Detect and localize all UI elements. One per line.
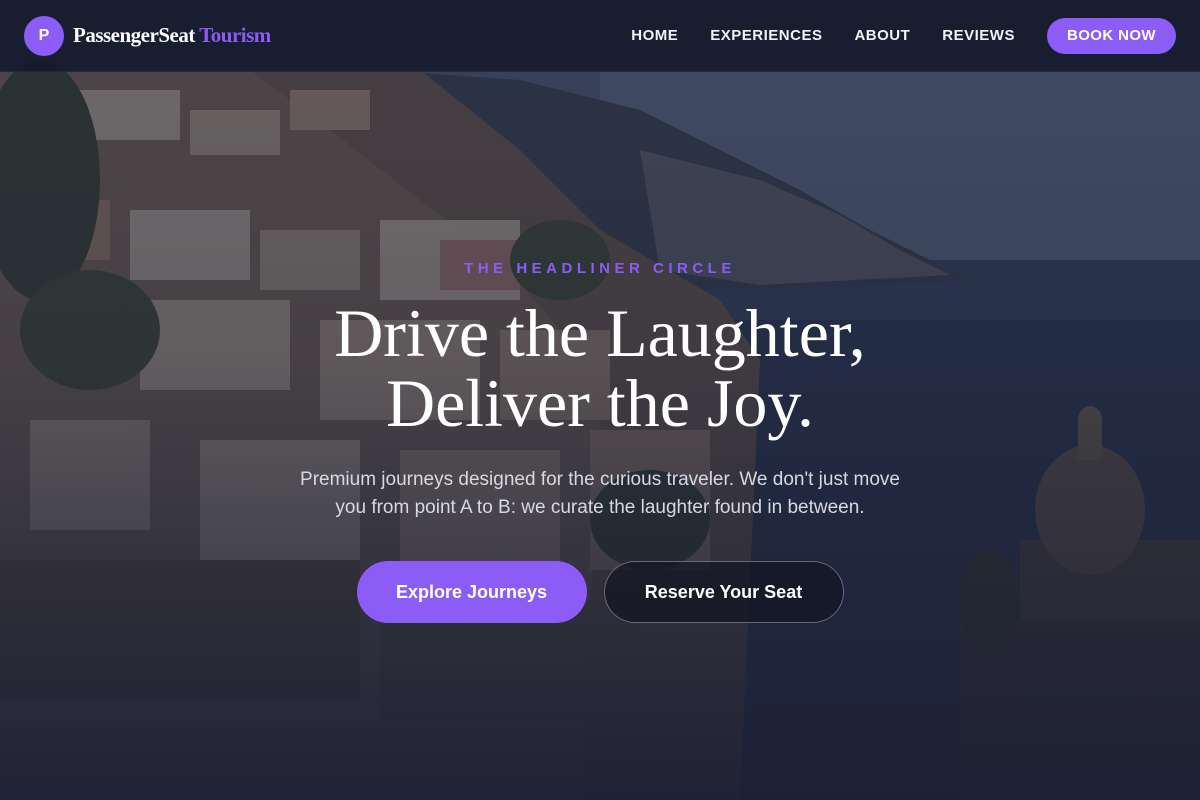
hero-eyebrow: THE HEADLINER CIRCLE bbox=[464, 260, 736, 277]
explore-journeys-button[interactable]: Explore Journeys bbox=[356, 561, 587, 623]
nav-link-reviews[interactable]: REVIEWS bbox=[942, 27, 1015, 44]
hero-headline: Drive the Laughter, Deliver the Joy. bbox=[0, 298, 1200, 438]
brand-name[interactable]: PassengerSeat Tourism bbox=[73, 23, 271, 48]
subtext-line-2: you from point A to B: we curate the lau… bbox=[335, 497, 865, 518]
hero-subtext: Premium journeys designed for the curiou… bbox=[250, 466, 950, 522]
brand-primary-text: PassengerSeat bbox=[73, 23, 195, 47]
brand-accent-text: Tourism bbox=[199, 23, 271, 47]
hero-cta-row: Explore Journeys Reserve Your Seat bbox=[0, 561, 1200, 623]
nav-links: HOME EXPERIENCES ABOUT REVIEWS BOOK NOW bbox=[631, 17, 1176, 54]
subtext-line-1: Premium journeys designed for the curiou… bbox=[300, 469, 900, 490]
logo-badge[interactable]: P bbox=[24, 15, 64, 56]
headline-line-1: Drive the Laughter, bbox=[334, 295, 866, 371]
hero-section: THE HEADLINER CIRCLE Drive the Laughter,… bbox=[0, 72, 1200, 800]
nav-link-home[interactable]: HOME bbox=[631, 27, 678, 44]
headline-line-2: Deliver the Joy. bbox=[385, 365, 815, 441]
book-now-button[interactable]: BOOK NOW bbox=[1046, 17, 1176, 54]
nav-link-about[interactable]: ABOUT bbox=[854, 27, 910, 44]
reserve-seat-button[interactable]: Reserve Your Seat bbox=[603, 561, 844, 623]
nav-link-experiences[interactable]: EXPERIENCES bbox=[710, 27, 822, 44]
top-navbar: P PassengerSeat Tourism HOME EXPERIENCES… bbox=[0, 0, 1200, 72]
